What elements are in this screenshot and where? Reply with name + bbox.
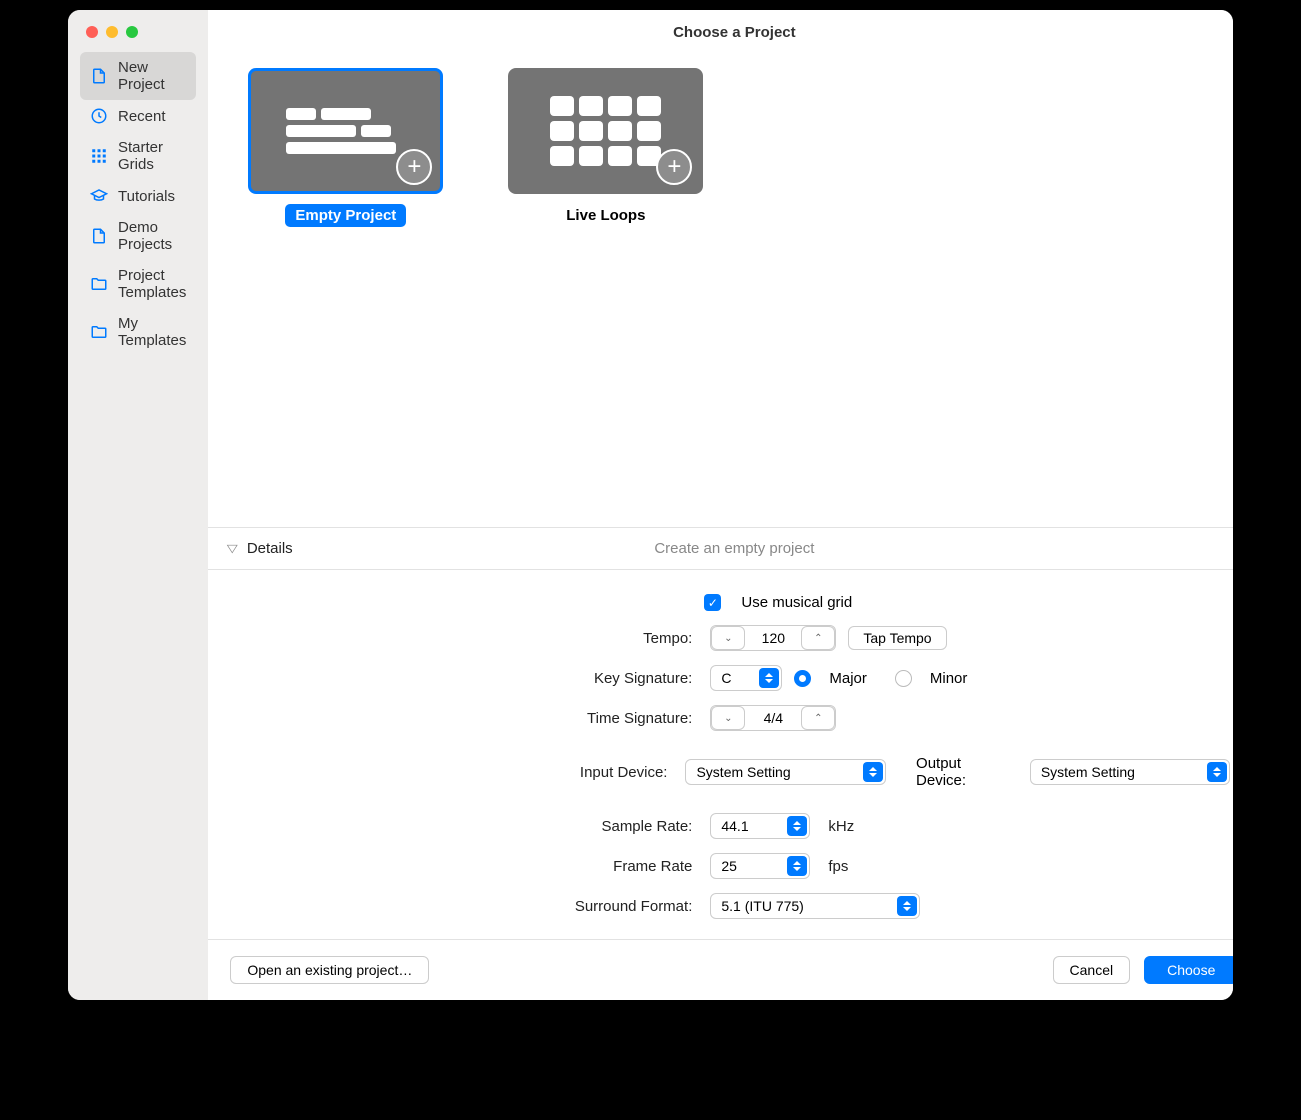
- sidebar-item-label: New Project: [118, 59, 186, 93]
- template-thumbnail: +: [508, 68, 703, 194]
- tap-tempo-button[interactable]: Tap Tempo: [848, 626, 946, 650]
- mode-major-label: Major: [829, 670, 867, 687]
- main-panel: Choose a Project + Empty Project +: [208, 10, 1233, 1000]
- project-settings: ✓ Use musical grid Tempo: ⌄ 120 ⌃ Tap Te…: [208, 570, 1233, 939]
- grad-cap-icon: [90, 187, 108, 205]
- folder-icon: [90, 275, 108, 293]
- frame-rate-label: Frame Rate: [238, 858, 698, 875]
- clock-icon: [90, 107, 108, 125]
- details-subtitle: Create an empty project: [654, 540, 814, 557]
- time-signature-value[interactable]: 4/4: [745, 706, 801, 730]
- key-signature-label: Key Signature:: [238, 670, 698, 687]
- stepper-caret-icon: [787, 816, 807, 836]
- sidebar-item-starter-grids[interactable]: Starter Grids: [80, 132, 196, 180]
- details-heading: Details: [247, 540, 293, 557]
- footer: Open an existing project… Cancel Choose: [208, 939, 1233, 1000]
- sidebar: New Project Recent Starter Grids Tutoria…: [68, 10, 208, 1000]
- sidebar-item-new-project[interactable]: New Project: [80, 52, 196, 100]
- sidebar-item-label: Recent: [118, 108, 166, 125]
- chevron-up-icon[interactable]: ⌃: [801, 706, 835, 730]
- surround-format-value: 5.1 (ITU 775): [721, 898, 803, 914]
- mode-minor-label: Minor: [930, 670, 968, 687]
- document-icon: [90, 227, 108, 245]
- surround-format-select[interactable]: 5.1 (ITU 775): [710, 893, 920, 919]
- sidebar-item-project-templates[interactable]: Project Templates: [80, 260, 196, 308]
- sidebar-item-demo-projects[interactable]: Demo Projects: [80, 212, 196, 260]
- sidebar-item-label: Starter Grids: [118, 139, 186, 173]
- folder-icon: [90, 323, 108, 341]
- sidebar-item-label: My Templates: [118, 315, 186, 349]
- time-signature-stepper[interactable]: ⌄ 4/4 ⌃: [710, 705, 836, 731]
- choose-button[interactable]: Choose: [1144, 956, 1233, 984]
- chevron-down-icon[interactable]: ⌄: [711, 626, 745, 650]
- mode-major-radio[interactable]: [794, 670, 811, 687]
- template-live-loops[interactable]: + Live Loops: [508, 68, 703, 227]
- sidebar-item-label: Demo Projects: [118, 219, 186, 253]
- frame-rate-value: 25: [721, 858, 737, 874]
- template-label: Empty Project: [285, 204, 406, 227]
- sample-rate-select[interactable]: 44.1: [710, 813, 810, 839]
- stepper-caret-icon: [787, 856, 807, 876]
- tempo-label: Tempo:: [238, 630, 698, 647]
- time-signature-label: Time Signature:: [238, 710, 698, 727]
- zoom-window-button[interactable]: [126, 26, 138, 38]
- template-empty-project[interactable]: + Empty Project: [248, 68, 443, 227]
- plus-icon: +: [396, 149, 432, 185]
- chevron-down-icon[interactable]: ⌄: [711, 706, 745, 730]
- output-device-select[interactable]: System Setting: [1030, 759, 1231, 785]
- chevron-up-icon[interactable]: ⌃: [801, 626, 835, 650]
- sample-rate-unit: kHz: [828, 818, 854, 835]
- cancel-button[interactable]: Cancel: [1053, 956, 1131, 984]
- plus-icon: +: [656, 149, 692, 185]
- tempo-value[interactable]: 120: [745, 626, 801, 650]
- input-device-value: System Setting: [696, 764, 790, 780]
- sidebar-item-label: Project Templates: [118, 267, 186, 301]
- document-icon: [90, 67, 108, 85]
- stepper-caret-icon: [897, 896, 917, 916]
- mode-minor-radio[interactable]: [895, 670, 912, 687]
- template-gallery: + Empty Project + Live Loops: [208, 56, 1233, 527]
- use-musical-grid-checkbox[interactable]: ✓: [704, 594, 721, 611]
- minimize-window-button[interactable]: [106, 26, 118, 38]
- sample-rate-value: 44.1: [721, 818, 748, 834]
- sidebar-item-tutorials[interactable]: Tutorials: [80, 180, 196, 212]
- use-musical-grid-label: Use musical grid: [741, 594, 852, 611]
- sidebar-item-my-templates[interactable]: My Templates: [80, 308, 196, 356]
- surround-format-label: Surround Format:: [238, 898, 698, 915]
- frame-rate-select[interactable]: 25: [710, 853, 810, 879]
- close-window-button[interactable]: [86, 26, 98, 38]
- template-thumbnail: +: [248, 68, 443, 194]
- key-signature-value: C: [721, 670, 731, 686]
- window-title: Choose a Project: [208, 10, 1233, 56]
- sample-rate-label: Sample Rate:: [238, 818, 698, 835]
- key-signature-select[interactable]: C: [710, 665, 782, 691]
- sidebar-item-recent[interactable]: Recent: [80, 100, 196, 132]
- grid-icon: [90, 147, 108, 165]
- output-device-label: Output Device:: [916, 755, 1010, 789]
- project-chooser-window: New Project Recent Starter Grids Tutoria…: [68, 10, 1233, 1000]
- open-existing-project-button[interactable]: Open an existing project…: [230, 956, 429, 984]
- sidebar-item-label: Tutorials: [118, 188, 175, 205]
- template-label: Live Loops: [556, 204, 655, 227]
- output-device-value: System Setting: [1041, 764, 1135, 780]
- disclosure-triangle-icon[interactable]: ▽: [227, 542, 238, 555]
- input-device-select[interactable]: System Setting: [685, 759, 886, 785]
- stepper-caret-icon: [1207, 762, 1227, 782]
- stepper-caret-icon: [863, 762, 883, 782]
- details-bar: ▽ Details Create an empty project: [208, 527, 1233, 570]
- stepper-caret-icon: [759, 668, 779, 688]
- window-controls: [68, 10, 208, 48]
- input-device-label: Input Device:: [238, 764, 673, 781]
- sidebar-list: New Project Recent Starter Grids Tutoria…: [68, 48, 208, 360]
- frame-rate-unit: fps: [828, 858, 848, 875]
- tempo-stepper[interactable]: ⌄ 120 ⌃: [710, 625, 836, 651]
